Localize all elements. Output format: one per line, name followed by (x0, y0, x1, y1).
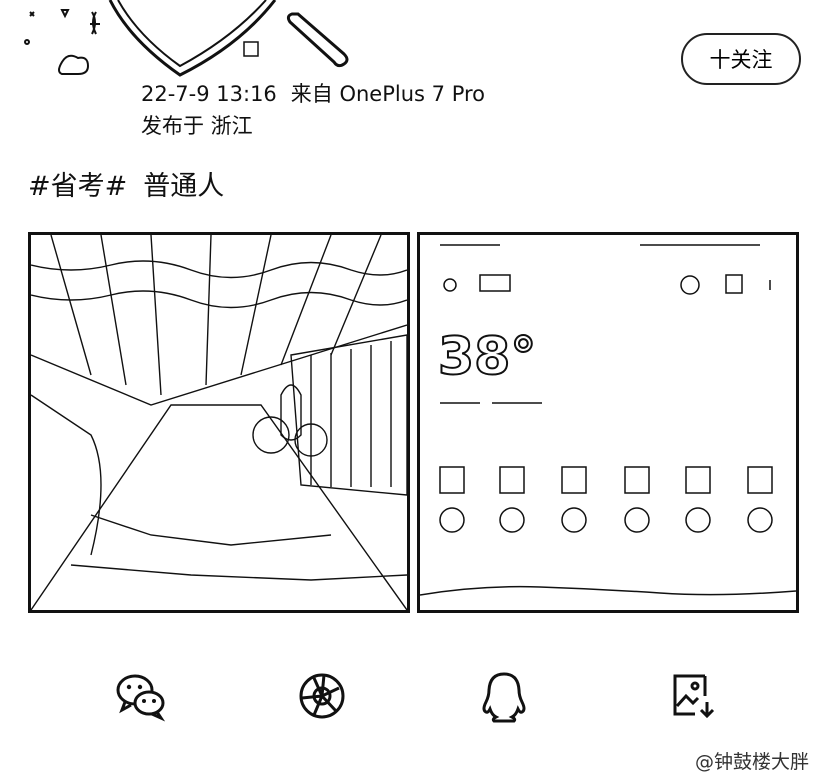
moments-icon[interactable] (294, 668, 350, 724)
share-bar (0, 668, 819, 728)
hashtag-link[interactable]: #省考# (28, 171, 127, 202)
post-image-street[interactable] (28, 232, 410, 613)
post-time: 22-7-9 13:16 (141, 82, 277, 106)
post-image-weather[interactable]: 38° (417, 232, 799, 613)
qq-icon[interactable] (476, 668, 532, 724)
weather-temperature: 38° (437, 326, 537, 388)
post-content: #省考# 普通人 (28, 164, 224, 203)
follow-button[interactable]: 十关注 (681, 33, 801, 85)
avatar-decoration (24, 0, 349, 77)
weather-screenshot-illustration (420, 235, 796, 610)
wechat-icon[interactable] (113, 668, 169, 724)
post-meta: 22-7-9 13:16 来自 OnePlus 7 Pro 发布于 浙江 (141, 78, 485, 142)
street-photo-illustration (31, 235, 407, 610)
post-location: 发布于 浙江 (141, 114, 253, 138)
save-image-icon[interactable] (665, 668, 721, 724)
post-time-source: 22-7-9 13:16 来自 OnePlus 7 Pro (141, 78, 485, 110)
weibo-watermark: @钟鼓楼大胖 (694, 751, 809, 773)
post-source: 来自 OnePlus 7 Pro (290, 82, 486, 106)
post-body-text: 普通人 (143, 171, 225, 202)
